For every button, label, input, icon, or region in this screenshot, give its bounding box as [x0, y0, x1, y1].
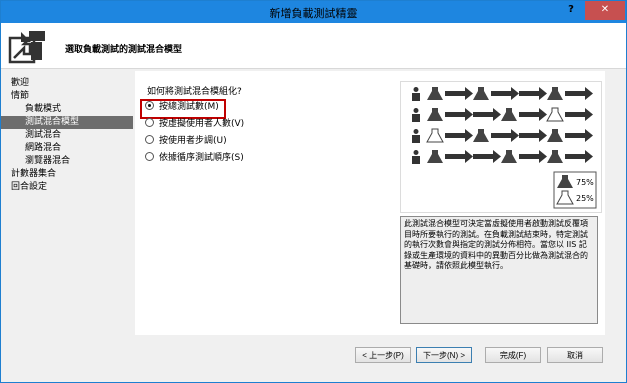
row-4 — [412, 150, 593, 164]
option-label: 依據循序測試順序(S) — [159, 153, 244, 163]
option-label: 按虛擬使用者人數(V) — [159, 119, 245, 129]
radio-button-checked[interactable] — [145, 101, 154, 110]
option-label: 按總測試數(M) — [159, 102, 219, 112]
wizard-nav: 歡迎 情節 負載模式 測試混合模型 測試混合 網路混合 瀏覽器混合 計數器集合 … — [1, 77, 133, 194]
nav-item-test-mix-model[interactable]: 測試混合模型 — [1, 116, 133, 129]
option-user-pace[interactable]: 按使用者步調(U) — [145, 135, 227, 148]
window-title: 新增負載測試精靈 — [269, 7, 358, 20]
model-description: 此測試混合模型可決定當虛擬使用者啟動測試反覆項目時所要執行的測試。在負載測試結束… — [400, 216, 598, 324]
row-3 — [412, 128, 593, 143]
test-mix-diagram: 75% 25% — [400, 81, 602, 213]
legend-second: 25% — [576, 194, 594, 203]
legend: 75% 25% — [553, 171, 597, 209]
back-button[interactable]: < 上一步(P) — [355, 347, 411, 363]
option-label: 按使用者步調(U) — [159, 136, 227, 146]
page-title: 選取負載測試的測試混合模型 — [65, 45, 183, 55]
nav-item-scenario[interactable]: 情節 — [1, 90, 133, 103]
nav-item-network-mix[interactable]: 網路混合 — [1, 142, 133, 155]
wizard-page-icon — [8, 31, 45, 64]
option-total-tests[interactable]: 按總測試數(M) — [145, 101, 219, 114]
wizard-header: 選取負載測試的測試混合模型 — [1, 23, 626, 69]
help-button[interactable]: ? — [557, 1, 585, 20]
nav-item-run-settings[interactable]: 回合設定 — [1, 181, 133, 194]
next-button[interactable]: 下一步(N) > — [416, 347, 472, 363]
radio-button[interactable] — [145, 152, 154, 161]
row-1 — [412, 87, 593, 101]
legend-first: 75% — [576, 178, 594, 187]
radio-button[interactable] — [145, 135, 154, 144]
nav-item-load-pattern[interactable]: 負載模式 — [1, 103, 133, 116]
title-bar: 新增負載測試精靈 ? ✕ — [1, 1, 626, 23]
nav-item-welcome[interactable]: 歡迎 — [1, 77, 133, 90]
finish-button[interactable]: 完成(F) — [485, 347, 541, 363]
button-bar: < 上一步(P) 下一步(N) > 完成(F) 取消 — [1, 341, 626, 382]
nav-item-browser-mix[interactable]: 瀏覽器混合 — [1, 155, 133, 168]
nav-item-test-mix[interactable]: 測試混合 — [1, 129, 133, 142]
close-button[interactable]: ✕ — [585, 1, 625, 20]
mix-model-question: 如何將測試混合模組化? — [147, 87, 242, 97]
row-2 — [412, 107, 593, 122]
content-panel: 如何將測試混合模組化? 按總測試數(M) 按虛擬使用者人數(V) 按使用者步調(… — [135, 71, 605, 335]
radio-button[interactable] — [145, 118, 154, 127]
nav-item-counter-sets[interactable]: 計數器集合 — [1, 168, 133, 181]
cancel-button[interactable]: 取消 — [547, 347, 603, 363]
option-sequential-order[interactable]: 依據循序測試順序(S) — [145, 152, 244, 165]
option-virtual-users[interactable]: 按虛擬使用者人數(V) — [145, 118, 244, 131]
wizard-window: 新增負載測試精靈 ? ✕ 選取負載測試的測試混合模型 歡迎 情節 負載模式 測試… — [0, 0, 627, 383]
test-mix-illustration: 75% 25% — [412, 87, 597, 209]
